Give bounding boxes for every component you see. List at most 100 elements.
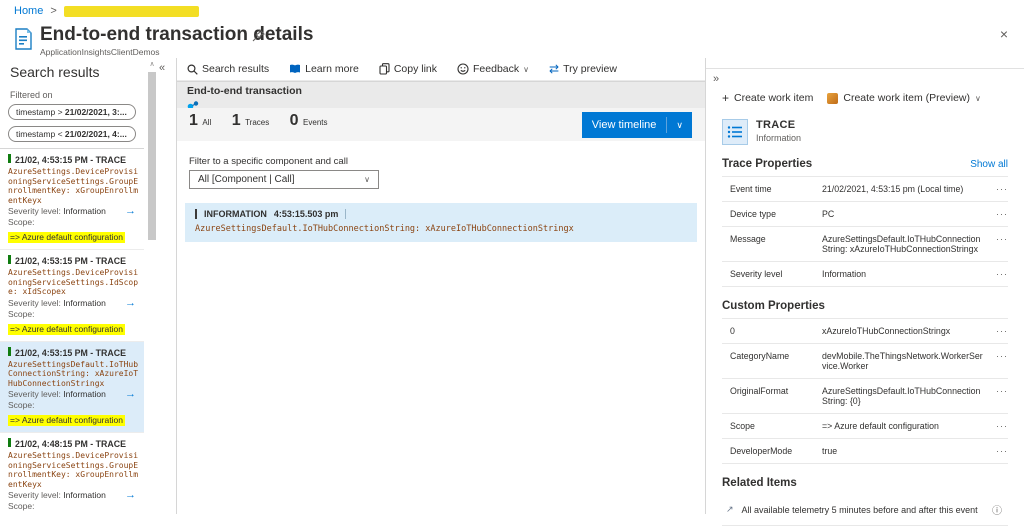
scope-label: Scope:: [8, 217, 141, 227]
search-icon: [187, 64, 198, 75]
trace-list-item[interactable]: 21/02, 4:53:15 PM - TRACE AzureSettings.…: [0, 250, 144, 342]
page-title: End-to-end transaction details: [40, 24, 313, 46]
filter-field: timestamp >: [16, 107, 63, 117]
component-filter-dropdown[interactable]: All [Component | Call] ∨: [189, 170, 379, 189]
scope-label: Scope:: [8, 400, 141, 410]
property-value: PC: [822, 209, 990, 219]
trace-severity: INFORMATION: [204, 209, 267, 219]
severity-value: Information: [63, 490, 106, 500]
copy-link-button[interactable]: Copy link: [379, 63, 437, 75]
chevron-down-icon[interactable]: ∨: [667, 120, 692, 131]
trace-time: 4:53:15.503 pm: [274, 209, 339, 219]
open-detail-arrow-icon[interactable]: →: [125, 298, 136, 309]
trace-list-item-selected[interactable]: 21/02, 4:53:15 PM - TRACE AzureSettingsD…: [0, 342, 144, 434]
more-options-icon[interactable]: ···: [990, 269, 1008, 279]
property-label: Event time: [730, 184, 822, 194]
more-options-icon[interactable]: ···: [990, 351, 1008, 361]
property-value: 21/02/2021, 4:53:15 pm (Local time): [822, 184, 990, 194]
selected-trace-row[interactable]: INFORMATION 4:53:15.503 pm AzureSettings…: [185, 203, 697, 242]
work-item-actions: + Create work item Create work item (Pre…: [706, 87, 1024, 105]
info-icon[interactable]: ⓘ: [992, 502, 1002, 517]
property-label: DeveloperMode: [730, 446, 822, 456]
search-results-button[interactable]: Search results: [187, 63, 269, 75]
component-filter-label: Filter to a specific component and call: [189, 156, 705, 167]
telemetry-type-block: TRACE Information: [722, 119, 1024, 145]
copy-icon: [379, 63, 390, 75]
more-options-icon[interactable]: ···: [990, 234, 1008, 244]
learn-more-button[interactable]: Learn more: [289, 63, 359, 75]
property-value: AzureSettingsDefault.IoTHubConnectionStr…: [822, 386, 990, 406]
trace-properties-table: Event time 21/02/2021, 4:53:15 pm (Local…: [722, 176, 1008, 287]
scroll-up-icon[interactable]: ∧: [146, 60, 158, 68]
property-value: => Azure default configuration: [822, 421, 990, 431]
collapse-panel-icon[interactable]: «: [159, 62, 165, 74]
try-preview-button[interactable]: ⇄ Try preview: [549, 62, 617, 76]
pin-icon[interactable]: [252, 29, 265, 47]
property-label: Scope: [730, 421, 822, 431]
trace-timestamp: 21/02, 4:53:15 PM - TRACE: [15, 155, 126, 165]
property-label: Message: [730, 234, 822, 244]
swap-arrows-icon: ⇄: [549, 62, 559, 76]
more-options-icon[interactable]: ···: [990, 326, 1008, 336]
transaction-title: End-to-end transaction: [187, 85, 705, 97]
trace-list-item[interactable]: 21/02, 4:53:15 PM - TRACE AzureSettings.…: [0, 149, 144, 250]
related-telemetry-link[interactable]: ↗ All available telemetry 5 minutes befo…: [722, 495, 1008, 526]
trace-list-icon: [722, 119, 748, 145]
scrollbar-thumb[interactable]: [148, 72, 156, 240]
more-options-icon[interactable]: ···: [990, 446, 1008, 456]
count-all[interactable]: 1 All: [189, 112, 211, 130]
trace-message: AzureSettingsDefault.IoTHubConnectionStr…: [8, 360, 141, 389]
show-all-link[interactable]: Show all: [970, 159, 1008, 170]
scope-label: Scope:: [8, 309, 141, 319]
severity-bar-icon: [195, 209, 197, 219]
scope-value-highlighted: => Azure default configuration: [8, 415, 125, 426]
chevron-down-icon: ∨: [975, 94, 981, 103]
open-detail-arrow-icon[interactable]: →: [125, 490, 136, 501]
close-icon[interactable]: ×: [1000, 26, 1008, 42]
telemetry-type: TRACE: [756, 119, 801, 131]
count-events[interactable]: 0 Events: [290, 112, 328, 130]
sidebar-scrollbar[interactable]: ∧: [146, 60, 158, 514]
property-row: Scope => Azure default configuration ···: [722, 413, 1008, 438]
plus-icon: +: [722, 91, 729, 105]
property-label: Device type: [730, 209, 822, 219]
work-item-icon: [827, 93, 838, 104]
related-items-title: Related Items: [722, 477, 1008, 489]
transaction-panel: Search results Learn more Copy link Feed…: [176, 58, 705, 514]
scope-value-highlighted: => Azure default configuration: [8, 324, 125, 335]
expand-panel-icon[interactable]: »: [706, 71, 719, 85]
property-row: Device type PC ···: [722, 201, 1008, 226]
create-work-item-button[interactable]: + Create work item: [722, 91, 813, 105]
trace-list-item[interactable]: 21/02, 4:48:15 PM - TRACE AzureSettings.…: [0, 433, 144, 514]
create-work-item-preview-button[interactable]: Create work item (Preview) ∨: [827, 92, 980, 104]
trace-message: AzureSettings.DeviceProvisioningServiceS…: [8, 167, 141, 205]
property-value: Information: [822, 269, 990, 279]
more-options-icon[interactable]: ···: [990, 421, 1008, 431]
filter-chip-timestamp-lt[interactable]: timestamp < 21/02/2021, 4:...: [8, 126, 136, 142]
trace-message: AzureSettings.DeviceProvisioningServiceS…: [8, 451, 141, 489]
filter-value: 21/02/2021, 3:...: [65, 107, 127, 117]
more-options-icon[interactable]: ···: [990, 184, 1008, 194]
open-detail-arrow-icon[interactable]: →: [125, 389, 136, 400]
property-row: OriginalFormat AzureSettingsDefault.IoTH…: [722, 378, 1008, 413]
more-options-icon[interactable]: ···: [990, 386, 1008, 396]
trace-timestamp: 21/02, 4:53:15 PM - TRACE: [15, 348, 126, 358]
severity-bar-icon: [8, 255, 11, 264]
telemetry-type-sub: Information: [756, 133, 801, 143]
view-timeline-button[interactable]: View timeline ∨: [582, 112, 692, 138]
search-results-panel: Search results Filtered on timestamp > 2…: [0, 58, 144, 514]
count-traces[interactable]: 1 Traces: [232, 112, 270, 130]
scope-value-highlighted: => Azure default configuration: [8, 232, 125, 243]
breadcrumb-separator: >: [50, 5, 56, 17]
related-items-section: Related Items ↗ All available telemetry …: [706, 477, 1024, 526]
more-options-icon[interactable]: ···: [990, 209, 1008, 219]
trace-properties-title: Trace Properties: [722, 158, 812, 170]
severity-label: Severity level:: [8, 298, 61, 308]
feedback-button[interactable]: Feedback ∨: [457, 63, 529, 75]
open-detail-arrow-icon[interactable]: →: [125, 206, 136, 217]
property-value: devMobile.TheThingsNetwork.WorkerService…: [822, 351, 990, 371]
breadcrumb-home-link[interactable]: Home: [14, 5, 43, 17]
filter-chip-timestamp-gt[interactable]: timestamp > 21/02/2021, 3:...: [8, 104, 136, 120]
search-results-title: Search results: [0, 58, 144, 88]
severity-label: Severity level:: [8, 206, 61, 216]
